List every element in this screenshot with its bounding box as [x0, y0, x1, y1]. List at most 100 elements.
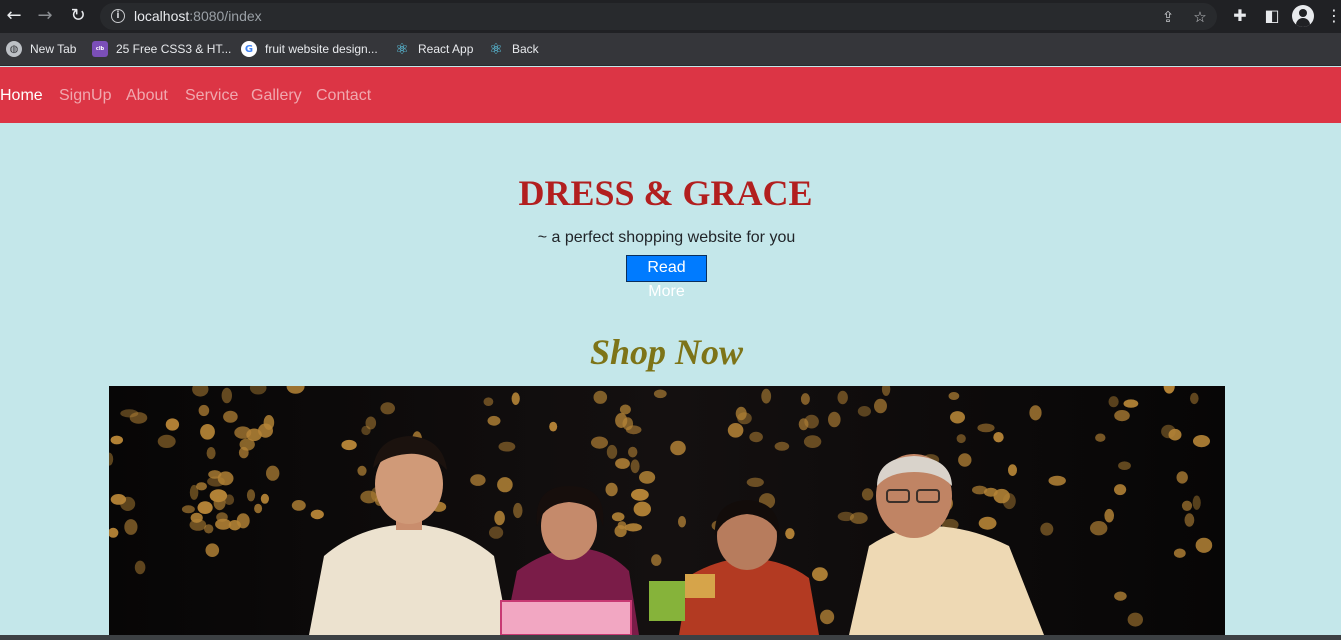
bokeh-dot	[617, 521, 627, 530]
bokeh-dot	[670, 440, 686, 456]
bokeh-dot	[1161, 424, 1176, 439]
bokeh-dot	[511, 392, 520, 405]
bokeh-dot	[213, 495, 226, 511]
bokeh-dot	[774, 441, 790, 451]
bokeh-dot	[224, 494, 235, 505]
bokeh-dot	[497, 477, 513, 493]
bokeh-dot	[1123, 399, 1139, 408]
bokeh-dot	[812, 567, 828, 582]
side-panel-icon[interactable]: ◧	[1261, 5, 1283, 27]
bokeh-dot	[828, 411, 841, 428]
bookmark-back[interactable]: ⚛ Back	[488, 39, 538, 59]
bokeh-dot	[624, 523, 642, 532]
bokeh-dot	[198, 404, 210, 417]
bokeh-dot	[804, 414, 819, 429]
bokeh-dot	[341, 439, 357, 451]
bokeh-dot	[874, 398, 887, 414]
extensions-puzzle-icon[interactable]: ✚	[1229, 5, 1251, 27]
bokeh-dot	[735, 406, 747, 421]
nav-service-link[interactable]: Service	[185, 86, 238, 105]
bokeh-dot	[120, 496, 136, 511]
bokeh-dot	[1192, 495, 1201, 510]
bookmarks-bar: ◍ New Tab clb 25 Free CSS3 & HT... G fru…	[0, 33, 1341, 66]
bokeh-dot	[1114, 410, 1130, 422]
bokeh-dot	[110, 435, 123, 445]
bokeh-dot	[134, 560, 146, 575]
bokeh-dot	[266, 465, 280, 481]
share-icon[interactable]: ⇪	[1158, 7, 1178, 27]
bokeh-dot	[785, 528, 795, 540]
bokeh-dot	[223, 410, 238, 423]
bokeh-dot	[246, 489, 256, 502]
bokeh-dot	[628, 446, 638, 458]
bokeh-dot	[631, 488, 649, 501]
reload-icon[interactable]: ↻	[67, 5, 89, 27]
site-info-icon[interactable]: i	[111, 9, 125, 23]
bokeh-dot	[1114, 484, 1127, 496]
bokeh-dot	[653, 389, 667, 399]
nav-gallery-link[interactable]: Gallery	[251, 86, 302, 105]
bokeh-dot	[549, 421, 558, 432]
bokeh-dot	[234, 426, 252, 439]
site-navbar: Home SignUp About Service Gallery Contac…	[0, 67, 1341, 123]
bookmark-label: 25 Free CSS3 & HT...	[116, 42, 232, 56]
bokeh-dot	[1181, 500, 1193, 511]
bokeh-dot	[837, 511, 855, 522]
address-bar[interactable]: i localhost:8080/index ⇪ ☆	[100, 3, 1217, 30]
bookmark-label: React App	[418, 42, 474, 56]
nav-contact-link[interactable]: Contact	[316, 86, 371, 105]
nav-signup-link[interactable]: SignUp	[59, 86, 111, 105]
bokeh-dot	[606, 444, 618, 459]
bokeh-dot	[972, 485, 988, 495]
bokeh-dot	[639, 471, 656, 484]
bokeh-dot	[977, 423, 995, 433]
menu-kebab-icon[interactable]: ⋮	[1326, 5, 1341, 27]
forward-arrow-icon[interactable]: →	[34, 5, 56, 27]
bokeh-dot	[1190, 392, 1199, 405]
nav-about-link[interactable]: About	[126, 86, 168, 105]
bokeh-dot	[749, 431, 763, 443]
shop-banner-image	[109, 386, 1225, 635]
bokeh-dot	[651, 554, 662, 566]
bookmark-label: New Tab	[30, 42, 77, 56]
browser-toolbar: ← → ↻ i localhost:8080/index ⇪ ☆ ✚ ◧ ⋮	[0, 0, 1341, 33]
bokeh-dot	[633, 501, 651, 517]
bokeh-dot	[727, 423, 744, 438]
bokeh-dot	[605, 482, 618, 497]
bokeh-dot	[1184, 513, 1195, 527]
bokeh-dot	[1090, 521, 1108, 536]
brand-title: DRESS & GRACE	[518, 173, 813, 213]
bokeh-dot	[803, 435, 822, 448]
bokeh-dot	[217, 471, 234, 486]
bookmark-label: fruit website design...	[265, 42, 378, 56]
url-path: :8080/index	[189, 8, 262, 24]
window-bottom-edge	[0, 635, 1341, 640]
bokeh-dot	[489, 526, 504, 539]
bokeh-dot	[487, 415, 501, 426]
read-more-button[interactable]: Read More	[626, 255, 707, 300]
bokeh-dot	[861, 488, 874, 501]
back-arrow-icon[interactable]: ←	[3, 5, 25, 27]
profile-avatar-icon[interactable]	[1292, 5, 1314, 27]
bokeh-dot	[1008, 464, 1017, 476]
bokeh-dot	[200, 424, 215, 440]
url-text[interactable]: localhost:8080/index	[134, 8, 262, 25]
bokeh-dot	[993, 432, 1004, 443]
bokeh-dot	[678, 516, 686, 528]
bokeh-dot	[1173, 548, 1186, 558]
bookmark-star-icon[interactable]: ☆	[1190, 7, 1210, 27]
bookmark-fruit-website[interactable]: G fruit website design...	[241, 39, 378, 59]
bokeh-dot	[206, 447, 216, 460]
colorlib-icon: clb	[92, 41, 108, 57]
bokeh-dot	[820, 609, 835, 625]
bokeh-dot	[157, 434, 176, 448]
bookmark-react-app[interactable]: ⚛ React App	[394, 39, 473, 59]
nav-home-link[interactable]: Home	[0, 86, 43, 105]
bokeh-dot	[1002, 493, 1016, 510]
bookmark-css3[interactable]: clb 25 Free CSS3 & HT...	[92, 39, 231, 59]
bokeh-dot	[1108, 396, 1119, 408]
bookmark-new-tab[interactable]: ◍ New Tab	[6, 39, 76, 59]
bokeh-dot	[380, 402, 396, 415]
bokeh-dot	[263, 415, 275, 430]
bokeh-dot	[310, 509, 324, 520]
